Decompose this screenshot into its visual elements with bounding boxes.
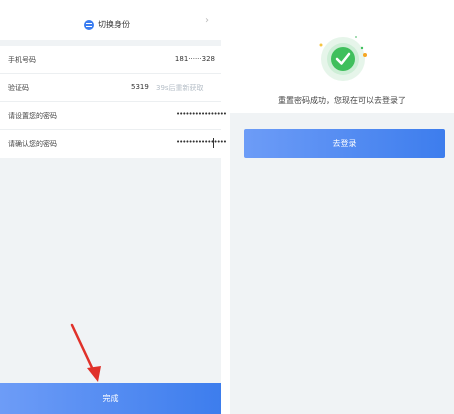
phone-value[interactable]: 181······328 bbox=[175, 55, 215, 63]
red-arrow-annotation bbox=[70, 323, 101, 382]
go-login-label: 去登录 bbox=[332, 139, 357, 148]
go-login-button[interactable]: 去登录 bbox=[244, 129, 445, 158]
success-check-icon bbox=[319, 36, 367, 81]
reset-form: 手机号码 181······328 验证码 5319 39s后重新获取 请设置您… bbox=[0, 46, 227, 158]
success-message: 重置密码成功，您现在可以去登录了 bbox=[278, 96, 406, 105]
new-password-row[interactable]: 请设置您的密码 •••••••••••••••• bbox=[0, 102, 227, 130]
confirm-password-input[interactable]: •••••••••••••••• bbox=[176, 138, 227, 146]
reset-password-panel: 切换身份 › 手机号码 181······328 验证码 5319 39s后重新… bbox=[0, 0, 227, 414]
phone-row[interactable]: 手机号码 181······328 bbox=[0, 46, 221, 74]
switch-identity-icon bbox=[84, 19, 94, 30]
chevron-right-icon[interactable]: › bbox=[205, 15, 209, 26]
code-label: 验证码 bbox=[8, 84, 29, 92]
new-password-input[interactable]: •••••••••••••••• bbox=[176, 110, 227, 118]
resend-countdown: 39s后重新获取 bbox=[156, 84, 204, 92]
code-input[interactable]: 5319 bbox=[131, 83, 149, 91]
top-bar: 切换身份 › bbox=[0, 0, 221, 40]
code-row[interactable]: 验证码 5319 39s后重新获取 bbox=[0, 74, 221, 102]
switch-identity-label: 切换身份 bbox=[98, 20, 130, 29]
success-header: 重置密码成功，您现在可以去登录了 bbox=[230, 0, 454, 113]
done-button[interactable]: 完成 bbox=[0, 383, 221, 414]
switch-identity-button[interactable]: 切换身份 bbox=[84, 19, 130, 30]
phone-label: 手机号码 bbox=[8, 56, 36, 64]
done-label: 完成 bbox=[102, 394, 119, 403]
new-password-label: 请设置您的密码 bbox=[8, 112, 57, 120]
screen: 切换身份 › 手机号码 181······328 验证码 5319 39s后重新… bbox=[0, 0, 454, 414]
success-panel: 重置密码成功，您现在可以去登录了 去登录 bbox=[230, 0, 454, 414]
confirm-password-row[interactable]: 请确认您的密码 •••••••••••••••• bbox=[0, 130, 227, 158]
text-cursor bbox=[213, 138, 214, 148]
confirm-password-label: 请确认您的密码 bbox=[8, 140, 57, 148]
